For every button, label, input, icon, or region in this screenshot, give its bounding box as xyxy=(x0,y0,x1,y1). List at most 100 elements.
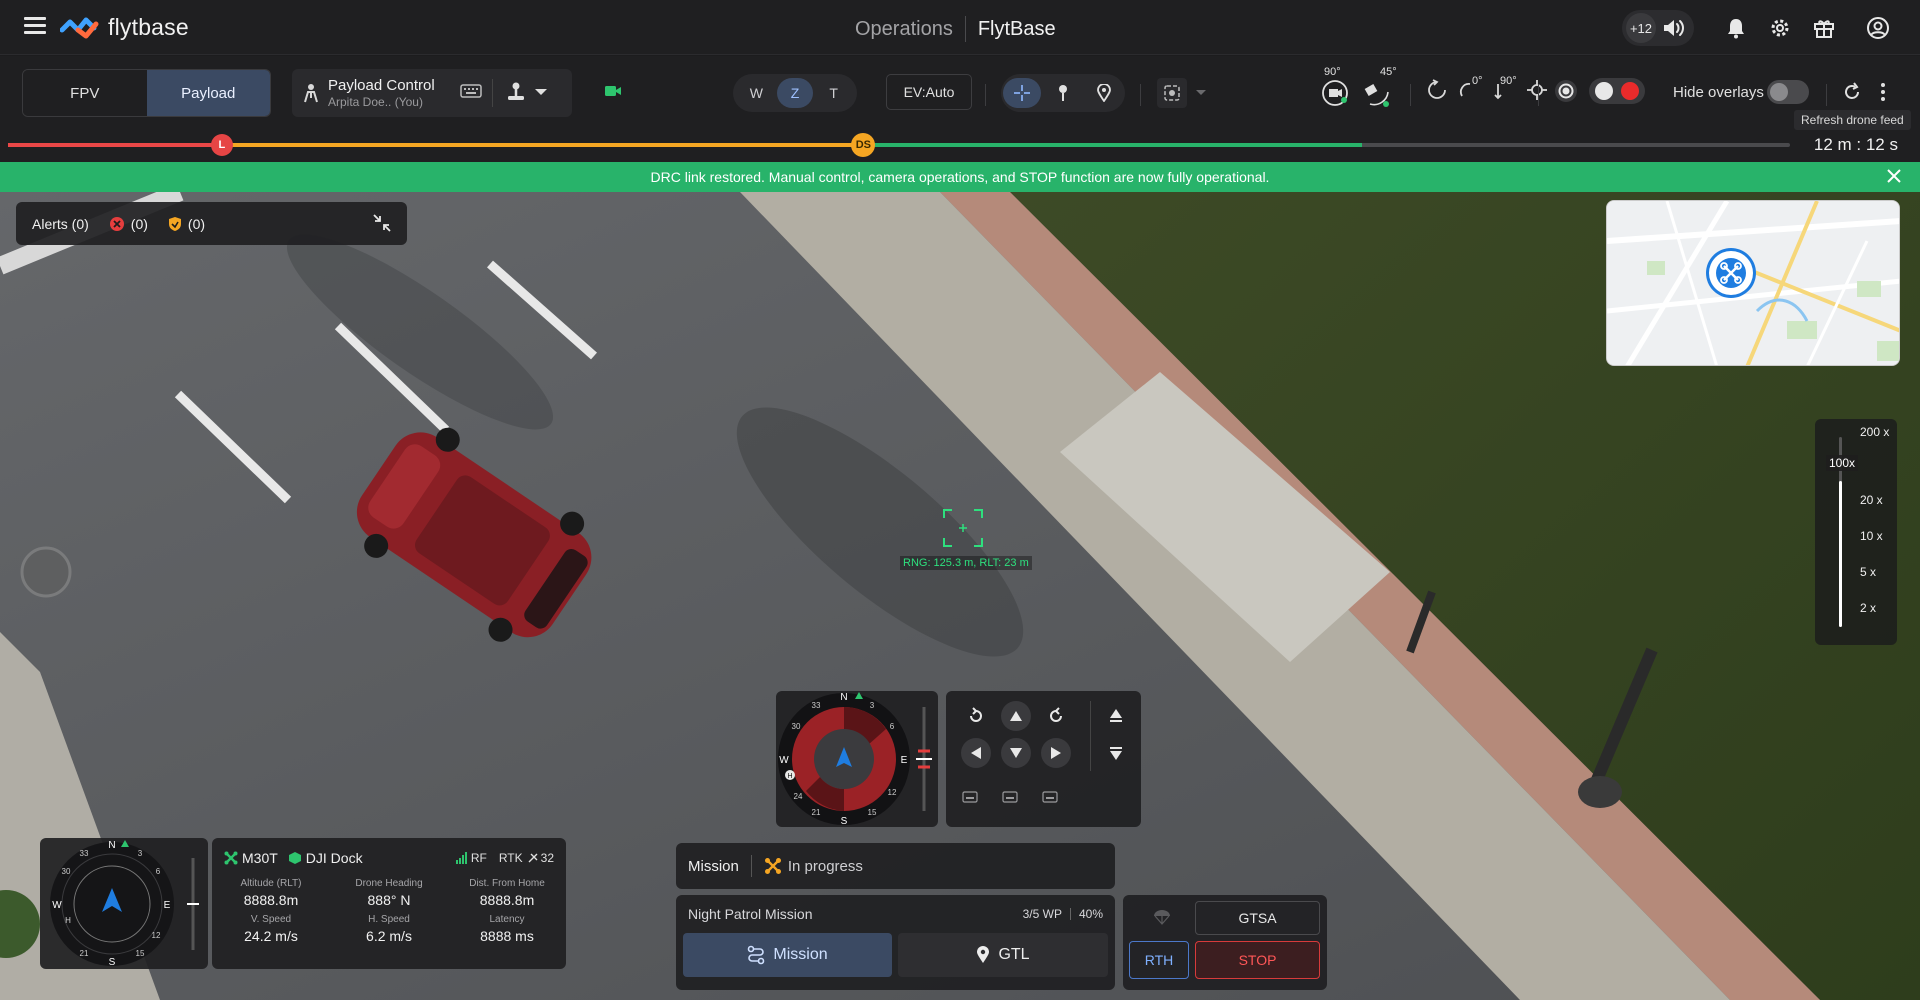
mission-status-bar[interactable]: Mission In progress xyxy=(676,843,1115,889)
drone-model[interactable]: M30T xyxy=(224,850,278,866)
compass-tick: 33 xyxy=(80,849,89,858)
speaker-icon[interactable] xyxy=(1662,17,1686,39)
satellite-icon xyxy=(528,853,538,863)
right-button[interactable] xyxy=(1041,738,1071,768)
timeline-marker-ds[interactable]: DS xyxy=(851,133,876,157)
dock-model[interactable]: DJI Dock xyxy=(288,850,363,866)
chevron-down-icon xyxy=(535,89,547,95)
warning-alerts[interactable]: (0) xyxy=(168,216,205,232)
arrow-left-icon xyxy=(971,747,981,759)
crosshair-mode-button[interactable] xyxy=(1002,78,1041,108)
video-camera-icon[interactable] xyxy=(604,84,622,103)
mission-button[interactable]: Mission xyxy=(683,933,892,977)
mission-name: Night Patrol Mission xyxy=(688,906,813,922)
critical-alerts[interactable]: (0) xyxy=(109,216,148,232)
gimbal-center-icon[interactable] xyxy=(1526,79,1548,101)
hide-overlays-toggle[interactable] xyxy=(1767,80,1809,104)
shield-warning-icon xyxy=(168,216,181,231)
gimbal-down-button[interactable]: 90° xyxy=(1318,66,1354,112)
collapse-icon[interactable] xyxy=(371,212,393,237)
photo-mode-icon xyxy=(1595,82,1613,100)
yaw-right-button[interactable] xyxy=(1041,701,1071,731)
tracking-dropdown[interactable] xyxy=(1157,76,1213,110)
rtk-label: RTK xyxy=(498,851,523,865)
backward-button[interactable] xyxy=(1001,738,1031,768)
control-request-dropdown[interactable] xyxy=(506,81,548,103)
mission-divider xyxy=(750,855,752,877)
yaw-ninety-button[interactable]: 90° xyxy=(1492,75,1517,102)
zoom-level-label[interactable]: 5 x xyxy=(1860,565,1876,579)
compass-home: H xyxy=(65,916,71,925)
safety-controls: GTSA RTH STOP xyxy=(1123,895,1327,990)
banner-message: DRC link restored. Manual control, camer… xyxy=(650,169,1270,185)
left-button[interactable] xyxy=(961,738,991,768)
satellite-count: 32 xyxy=(540,851,554,865)
gtl-button[interactable]: GTL xyxy=(898,933,1108,977)
payload-control-card[interactable]: Payload Control Arpita Doe.. (You) xyxy=(292,69,572,117)
timeline-marker-l[interactable]: L xyxy=(210,134,233,156)
gimbal-camera-icon xyxy=(1322,80,1348,106)
pointer-mode-group xyxy=(1001,74,1125,112)
descend-icon xyxy=(1110,747,1122,760)
zoom-current-level: 100x xyxy=(1826,455,1859,471)
pin-mode-button[interactable] xyxy=(1044,78,1082,108)
zoom-level-label[interactable]: 10 x xyxy=(1860,529,1883,543)
gtsa-button[interactable]: GTSA xyxy=(1195,901,1320,935)
lens-zoom-button[interactable]: Z xyxy=(776,78,813,108)
video-feed[interactable]: Alerts (0) (0) (0) 100x 200 x 20 x 10 x … xyxy=(0,192,1920,1000)
yaw-left-button[interactable] xyxy=(961,701,991,731)
zoom-level-label[interactable]: 20 x xyxy=(1860,493,1883,507)
tab-payload[interactable]: Payload xyxy=(146,70,270,116)
attitude-tick: 12 xyxy=(888,788,897,797)
lens-wide-button[interactable]: W xyxy=(738,78,774,108)
tab-fpv[interactable]: FPV xyxy=(23,70,147,116)
close-icon[interactable] xyxy=(1886,168,1902,187)
warning-alerts-count: (0) xyxy=(187,215,206,232)
lens-selector: W Z T xyxy=(733,74,857,112)
toolbar-divider xyxy=(1410,84,1411,106)
photo-capture-icon[interactable] xyxy=(1553,78,1579,104)
account-icon[interactable] xyxy=(1866,16,1890,40)
rth-button[interactable]: RTH xyxy=(1129,941,1189,979)
compass-tick: 3 xyxy=(138,849,143,858)
gear-icon[interactable] xyxy=(1768,16,1792,40)
keyboard-icon[interactable] xyxy=(460,83,482,104)
hamburger-menu-icon[interactable] xyxy=(24,17,46,37)
ascend-button[interactable] xyxy=(1101,701,1131,731)
forward-button[interactable] xyxy=(1001,701,1031,731)
refresh-icon[interactable] xyxy=(1842,82,1862,107)
yaw-zero-label: 0° xyxy=(1472,75,1483,87)
compass-dial: N E S W H 3 6 12 15 21 30 33 xyxy=(50,840,199,968)
lens-thermal-button[interactable]: T xyxy=(816,78,852,108)
parachute-icon xyxy=(1153,909,1171,930)
location-mode-button[interactable] xyxy=(1085,78,1123,108)
push-pin-icon xyxy=(1058,85,1067,101)
capture-controls xyxy=(1553,78,1645,104)
gift-icon[interactable] xyxy=(1812,16,1836,40)
yaw-zero-button[interactable]: 0° xyxy=(1458,75,1483,102)
descend-button[interactable] xyxy=(1101,738,1131,768)
participants-pill[interactable]: +12 xyxy=(1622,10,1694,46)
zoom-level-label[interactable]: 200 x xyxy=(1860,425,1889,439)
alerts-label: Alerts (0) xyxy=(32,215,89,232)
gimbal-tilt-button[interactable]: 45° xyxy=(1362,66,1402,112)
record-toggle[interactable] xyxy=(1589,78,1645,104)
ascend-icon xyxy=(1110,709,1122,722)
timeline-track[interactable]: L DS xyxy=(8,133,1790,157)
keyboard-icon xyxy=(1042,791,1058,803)
more-options-icon[interactable] xyxy=(1880,82,1886,107)
zoom-level-label[interactable]: 2 x xyxy=(1860,601,1876,615)
exposure-button[interactable]: EV:Auto xyxy=(886,74,972,110)
bell-icon[interactable] xyxy=(1724,16,1748,40)
telemetry-key: H. Speed xyxy=(368,914,410,925)
mini-map[interactable] xyxy=(1606,200,1900,366)
alerts-panel[interactable]: Alerts (0) (0) (0) xyxy=(16,202,407,245)
brand-logo[interactable]: flytbase xyxy=(60,14,189,41)
compass-west: W xyxy=(52,900,62,911)
rotate-left-icon[interactable] xyxy=(1426,78,1448,102)
attitude-west: W xyxy=(779,755,789,766)
target-range-label: RNG: 125.3 m, RLT: 23 m xyxy=(900,556,1032,570)
stop-button[interactable]: STOP xyxy=(1195,941,1320,979)
zoom-slider[interactable]: 100x 200 x 20 x 10 x 5 x 2 x xyxy=(1815,419,1897,645)
drone-location-marker[interactable] xyxy=(1706,248,1756,298)
